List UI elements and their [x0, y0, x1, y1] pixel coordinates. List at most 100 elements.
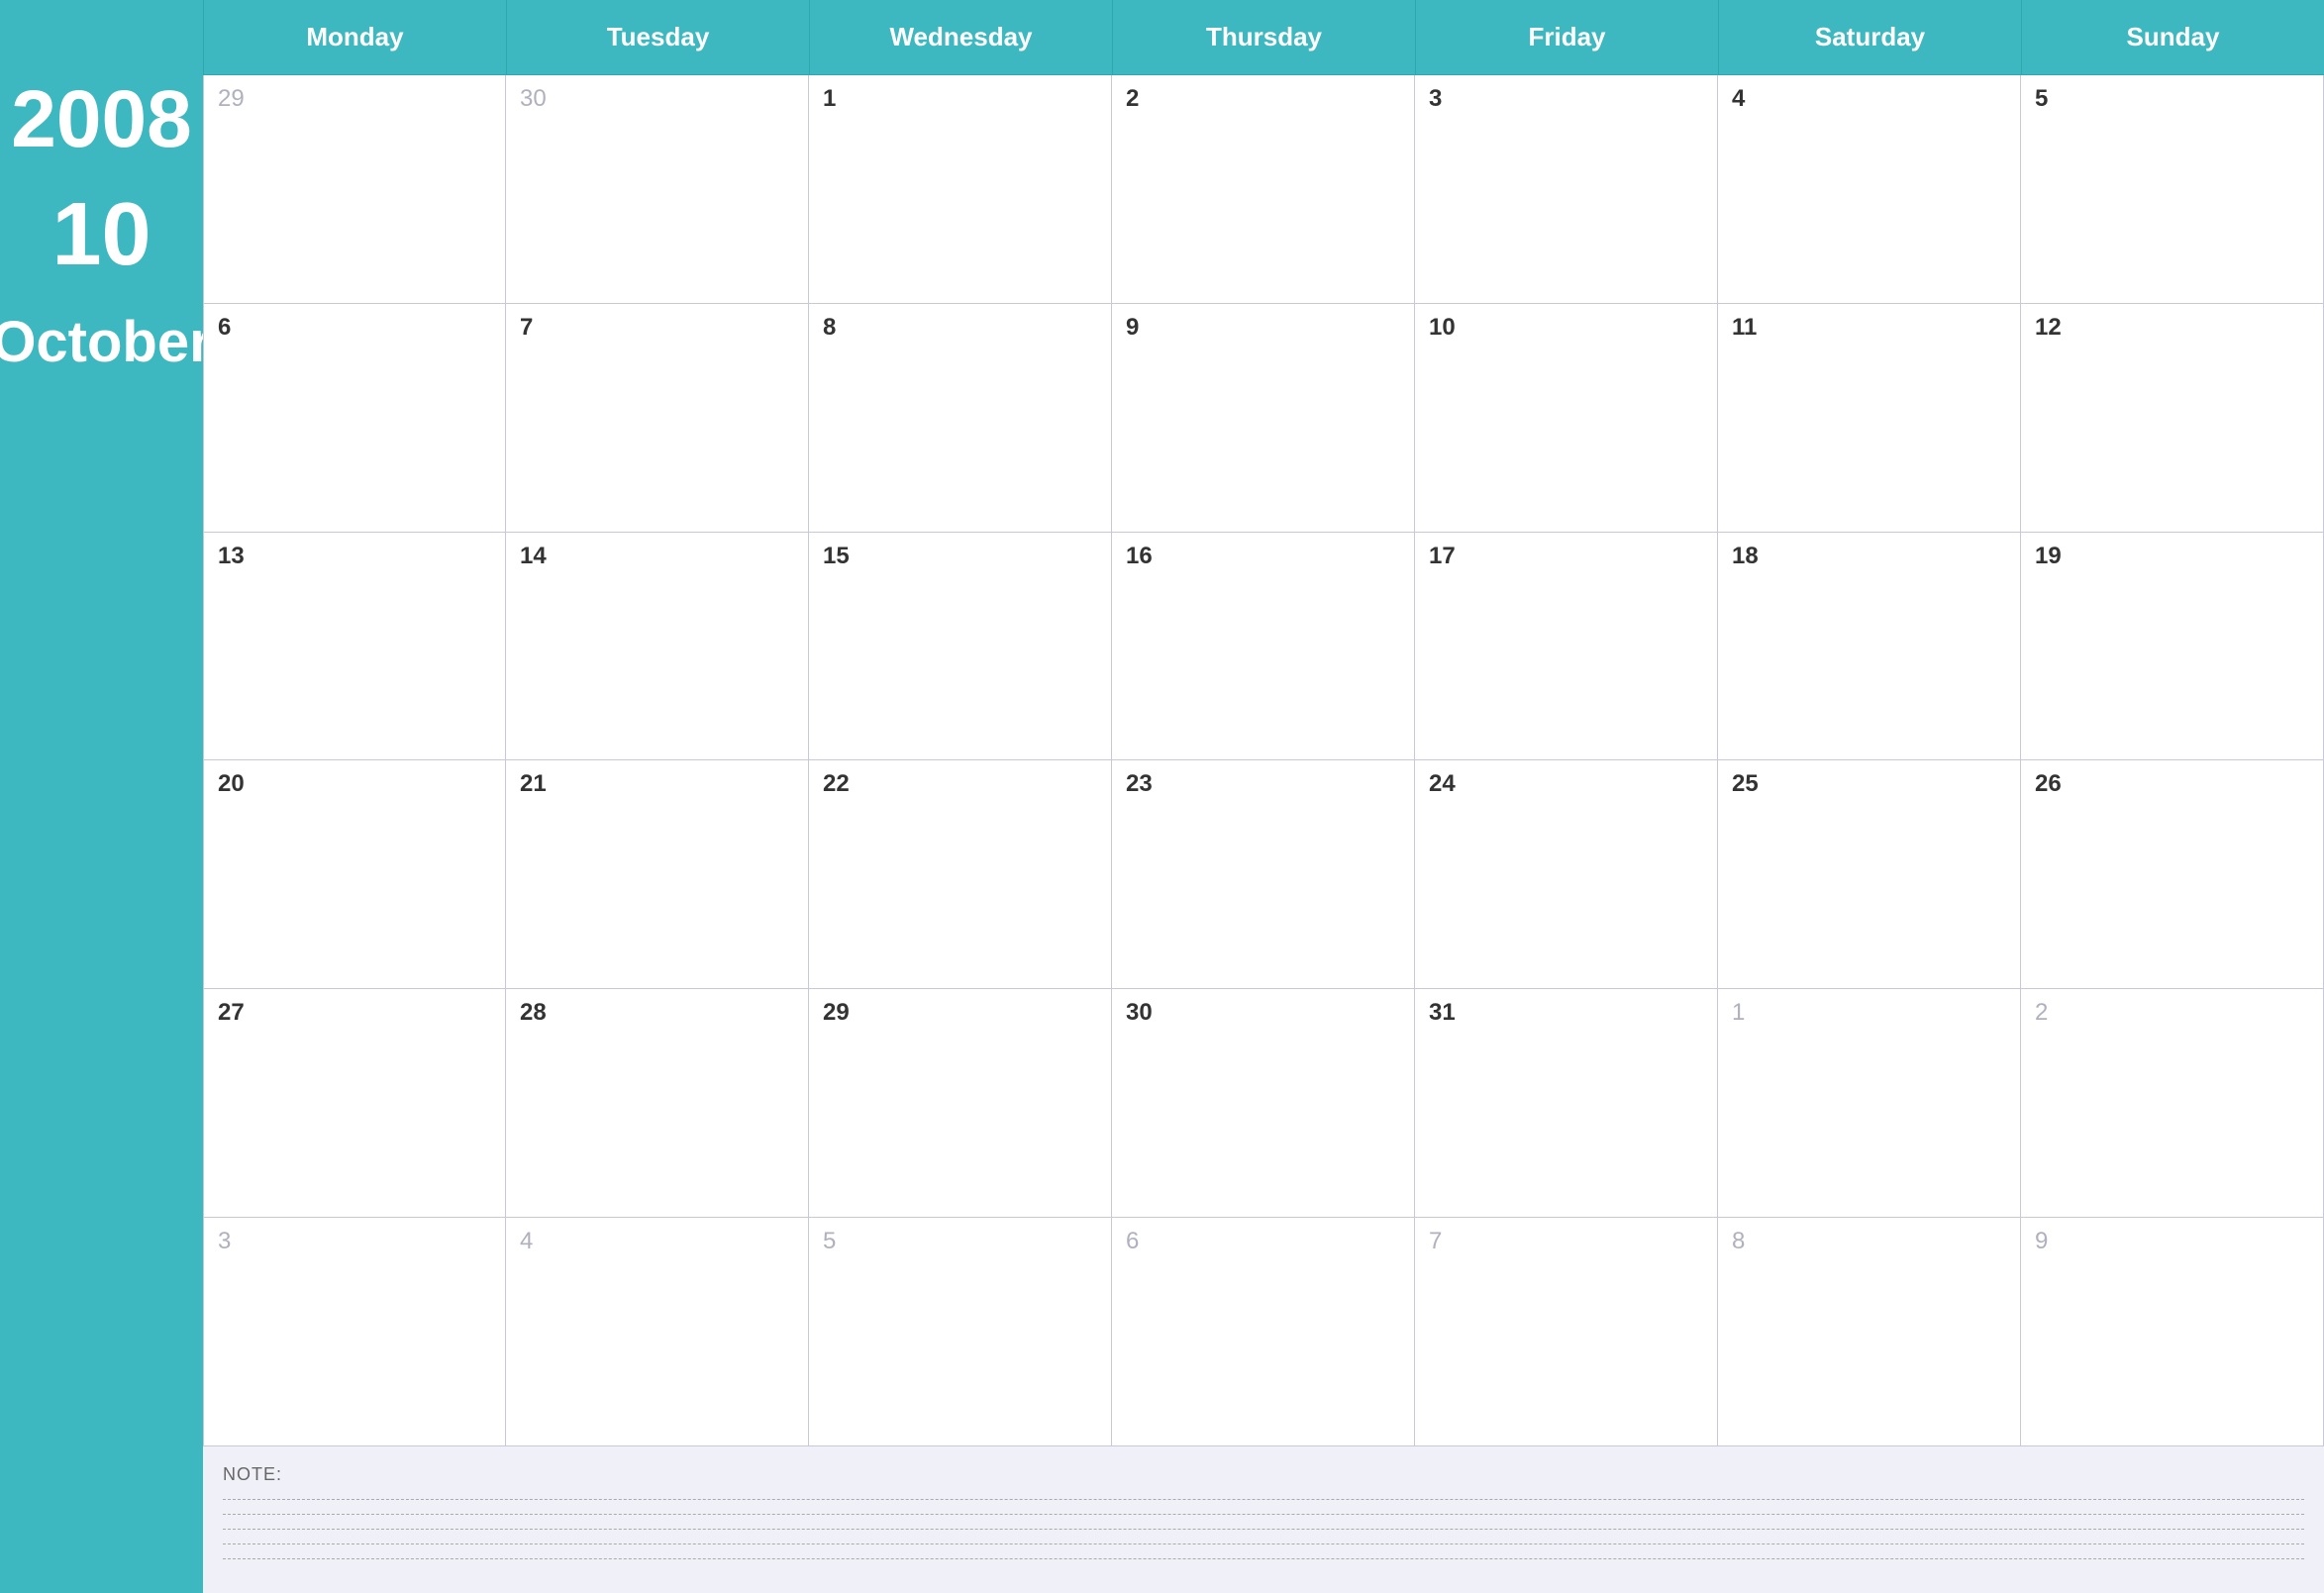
week-row-4: 20 21 22 23 24 25 26: [203, 760, 2324, 989]
day-cell: 16: [1112, 533, 1415, 761]
day-number: 16: [1126, 543, 1400, 570]
day-header-friday: Friday: [1415, 0, 1718, 75]
day-number: 13: [218, 543, 491, 570]
day-header-sunday: Sunday: [2021, 0, 2324, 75]
day-number: 17: [1429, 543, 1703, 570]
day-cell: 29: [203, 75, 506, 304]
note-line-1: [223, 1499, 2304, 1500]
day-number: 4: [520, 1228, 794, 1255]
day-number: 31: [1429, 999, 1703, 1027]
day-number: 15: [823, 543, 1097, 570]
sidebar-top: 2008 10 October: [0, 40, 203, 425]
day-number: 12: [2035, 314, 2309, 342]
day-cell: 3: [1415, 75, 1718, 304]
day-number: 8: [1732, 1228, 2006, 1255]
day-cell: 21: [506, 760, 809, 989]
note-line-5: [223, 1558, 2304, 1559]
day-cell: 11: [1718, 304, 2021, 533]
day-cell: 8: [809, 304, 1112, 533]
day-number: 9: [1126, 314, 1400, 342]
year-label: 2008: [11, 79, 191, 160]
day-cell: 1: [1718, 989, 2021, 1218]
day-cell: 31: [1415, 989, 1718, 1218]
week-row-5: 27 28 29 30 31 12: [203, 989, 2324, 1218]
note-line-2: [223, 1514, 2304, 1515]
day-cell: 2: [1112, 75, 1415, 304]
week-row-3: 13 14 15 16 17 18 19: [203, 533, 2324, 761]
day-cell: 7: [1415, 1218, 1718, 1446]
day-header-monday: Monday: [203, 0, 506, 75]
day-cell: 4: [1718, 75, 2021, 304]
day-cell: 9: [1112, 304, 1415, 533]
day-number: 20: [218, 770, 491, 798]
day-number: 21: [520, 770, 794, 798]
weeks-grid: 2930123456789101112131415161718192021222…: [203, 75, 2324, 1446]
day-cell: 13: [203, 533, 506, 761]
note-label: NOTE:: [223, 1464, 2304, 1485]
day-number: 2: [2035, 999, 2309, 1027]
day-cell: 24: [1415, 760, 1718, 989]
week-row-1: 29 30 123 4 5: [203, 75, 2324, 304]
day-cell: 17: [1415, 533, 1718, 761]
day-header-saturday: Saturday: [1718, 0, 2021, 75]
notes-section: NOTE:: [203, 1446, 2324, 1593]
day-number: 29: [823, 999, 1097, 1027]
day-cell: 9: [2021, 1218, 2324, 1446]
day-number: 4: [1732, 85, 2006, 113]
day-cell: 20: [203, 760, 506, 989]
day-cell: 3: [203, 1218, 506, 1446]
day-cell: 2: [2021, 989, 2324, 1218]
day-cell: 28: [506, 989, 809, 1218]
day-number: 5: [823, 1228, 1097, 1255]
day-cell: 30: [506, 75, 809, 304]
month-number-label: 10: [51, 190, 151, 279]
week-row-2: 6 7 8 9 10 11 12: [203, 304, 2324, 533]
day-number: 3: [218, 1228, 491, 1255]
day-headers-row: MondayTuesdayWednesdayThursdayFridaySatu…: [203, 0, 2324, 75]
day-number: 9: [2035, 1228, 2309, 1255]
month-name-label: October: [0, 309, 212, 375]
day-number: 6: [1126, 1228, 1400, 1255]
day-number: 6: [218, 314, 491, 342]
day-cell: 26: [2021, 760, 2324, 989]
sidebar: 2008 10 October: [0, 0, 203, 1593]
day-cell: 10: [1415, 304, 1718, 533]
day-number: 1: [823, 85, 1097, 113]
day-cell: 23: [1112, 760, 1415, 989]
day-cell: 18: [1718, 533, 2021, 761]
day-number: 8: [823, 314, 1097, 342]
day-number: 25: [1732, 770, 2006, 798]
day-number: 27: [218, 999, 491, 1027]
day-cell: 15: [809, 533, 1112, 761]
day-number: 22: [823, 770, 1097, 798]
day-number: 30: [1126, 999, 1400, 1027]
day-number: 3: [1429, 85, 1703, 113]
day-number: 10: [1429, 314, 1703, 342]
day-number: 11: [1732, 314, 2006, 342]
calendar-container: 2008 10 October MondayTuesdayWednesdayTh…: [0, 0, 2324, 1593]
day-number: 5: [2035, 85, 2309, 113]
day-number: 7: [520, 314, 794, 342]
day-cell: 14: [506, 533, 809, 761]
day-cell: 6: [203, 304, 506, 533]
main-area: MondayTuesdayWednesdayThursdayFridaySatu…: [203, 0, 2324, 1593]
day-header-wednesday: Wednesday: [809, 0, 1112, 75]
day-number: 24: [1429, 770, 1703, 798]
calendar-grid: MondayTuesdayWednesdayThursdayFridaySatu…: [203, 0, 2324, 1446]
day-cell: 25: [1718, 760, 2021, 989]
day-number: 30: [520, 85, 794, 113]
day-number: 28: [520, 999, 794, 1027]
day-cell: 22: [809, 760, 1112, 989]
day-number: 18: [1732, 543, 2006, 570]
day-number: 14: [520, 543, 794, 570]
day-header-thursday: Thursday: [1112, 0, 1415, 75]
day-number: 26: [2035, 770, 2309, 798]
day-cell: 30: [1112, 989, 1415, 1218]
day-cell: 4: [506, 1218, 809, 1446]
day-cell: 19: [2021, 533, 2324, 761]
note-line-4: [223, 1543, 2304, 1544]
day-cell: 5: [2021, 75, 2324, 304]
day-cell: 1: [809, 75, 1112, 304]
day-cell: 5: [809, 1218, 1112, 1446]
day-number: 19: [2035, 543, 2309, 570]
